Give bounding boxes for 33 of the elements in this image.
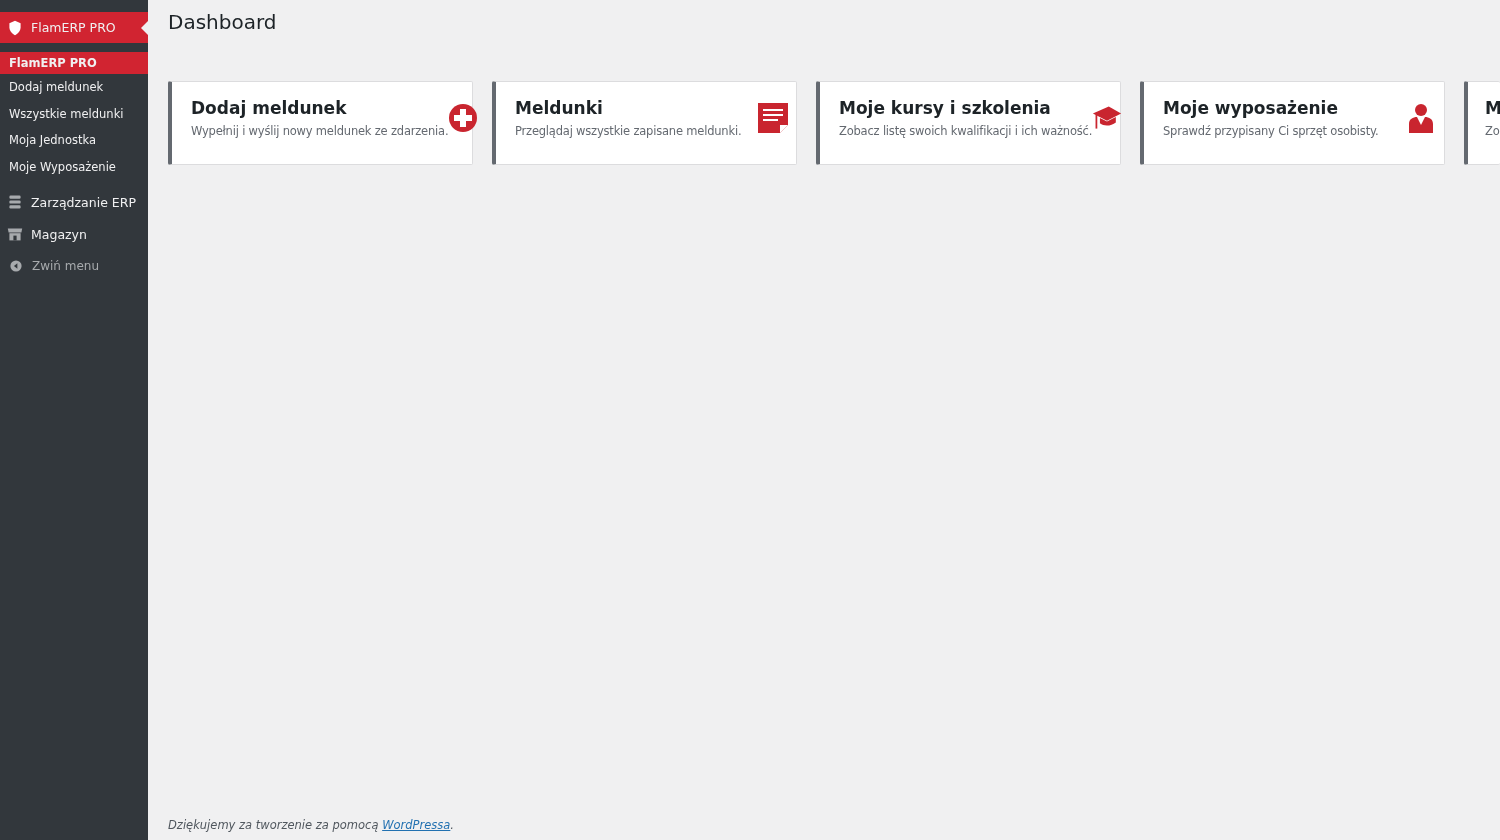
sidebar-menu-item[interactable]: Zarządzanie ERP — [0, 186, 148, 218]
wordpress-link[interactable]: WordPressa — [382, 818, 451, 832]
card-description: Zo — [1485, 124, 1500, 138]
card-description: Zobacz listę swoich kwalifikacji i ich ważność. — [839, 124, 1093, 138]
collapse-menu-button[interactable]: Zwiń menu — [0, 250, 148, 282]
card-description: Przeglądaj wszystkie zapisane meldunki. — [515, 124, 742, 138]
plus-circle-icon — [448, 103, 479, 133]
submenu-item[interactable]: Dodaj meldunek — [0, 74, 148, 101]
dashboard-card[interactable]: Moje kursy i szkolenia Zobacz listę swoich kwalifikacji i ich ważność. — [816, 81, 1121, 165]
dashboard-card[interactable]: Meldunki Przeglądaj wszystkie zapisane meldunki. — [492, 81, 797, 165]
submenu-item[interactable]: Wszystkie meldunki — [0, 100, 148, 127]
database-icon — [7, 194, 23, 210]
submenu-item[interactable]: FlamERP PRO — [0, 52, 148, 74]
card-title: Meldunki — [515, 98, 604, 118]
sidebar-menu-item[interactable]: Magazyn — [0, 218, 148, 250]
card-description: Wypełnij i wyślij nowy meldunek ze zdarzenia. — [191, 124, 449, 138]
card-description: Sprawdź przypisany Ci sprzęt osobisty. — [1163, 124, 1379, 138]
document-icon — [758, 103, 788, 133]
person-icon — [1406, 103, 1436, 133]
dashboard-card[interactable]: Moje wyposażenie Sprawdź przypisany Ci sprzęt osobisty. — [1140, 81, 1445, 165]
submenu-item[interactable]: Moje Wyposażenie — [0, 153, 148, 180]
footer-text: Dziękujemy za tworzenie za pomocą WordPressa. — [168, 818, 455, 832]
shield-icon — [7, 19, 23, 36]
dashboard-card[interactable]: M Zo — [1464, 81, 1500, 165]
sidebar-menu-item[interactable]: FlamERP PRO — [0, 12, 148, 43]
store-icon — [7, 226, 23, 242]
card-title: Dodaj meldunek — [191, 98, 348, 118]
card-title: M — [1485, 98, 1500, 118]
card-title: Moje kursy i szkolenia — [839, 98, 1052, 118]
collapse-icon — [9, 259, 23, 273]
page-title: Dashboard — [168, 10, 278, 34]
submenu-item[interactable]: Moja Jednostka — [0, 127, 148, 154]
card-title: Moje wyposażenie — [1163, 98, 1339, 118]
